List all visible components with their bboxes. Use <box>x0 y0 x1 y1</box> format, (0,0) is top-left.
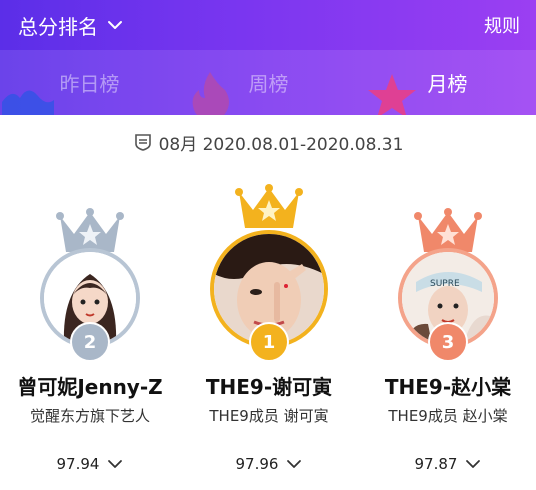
tab-label: 昨日榜 <box>59 72 120 96</box>
score-toggle[interactable]: 97.87 <box>358 455 536 473</box>
rank-card-2[interactable]: 2 曾可妮Jenny-Z 觉醒东方旗下艺人 97.94 <box>0 175 180 490</box>
artist-subtitle: 觉醒东方旗下艺人 <box>29 407 150 425</box>
calendar-shield-icon <box>134 134 151 151</box>
tab-label: 月榜 <box>427 72 468 96</box>
score-value: 97.94 <box>56 455 100 473</box>
rank-card-1[interactable]: 1 THE9-谢可寅 THE9成员 谢可寅 97.96 <box>179 175 359 490</box>
chevron-down-icon <box>466 460 481 468</box>
score-toggle[interactable]: 97.96 <box>179 455 359 473</box>
artist-name: THE9-赵小棠 <box>384 375 512 399</box>
flame-icon <box>192 72 229 115</box>
rules-link[interactable]: 规则 <box>484 12 520 38</box>
tab-month[interactable]: 月榜 <box>358 50 536 115</box>
artist-name: THE9-谢可寅 <box>205 375 333 399</box>
rank-card-3[interactable]: SUPRE 3 THE9-赵小棠 THE9成员 赵小棠 97.87 <box>358 175 536 490</box>
top-bar: 总分排名 规则 <box>0 0 536 50</box>
artist-subtitle: THE9成员 谢可寅 <box>209 407 329 425</box>
header-area: 总分排名 规则 昨日榜 周榜 月榜 <box>0 0 536 115</box>
chevron-down-icon <box>108 460 123 468</box>
score-value: 97.96 <box>235 455 279 473</box>
rank-type-dropdown[interactable]: 总分排名 <box>18 10 124 40</box>
chevron-down-icon <box>287 460 302 468</box>
score-value: 97.87 <box>414 455 458 473</box>
tab-yesterday[interactable]: 昨日榜 <box>0 50 179 115</box>
score-toggle[interactable]: 97.94 <box>0 455 180 473</box>
star-icon <box>368 74 416 115</box>
artist-name: 曾可妮Jenny-Z <box>17 375 163 399</box>
period-range: 08月 2020.08.01-2020.08.31 <box>0 127 536 157</box>
ranking-content: 08月 2020.08.01-2020.08.31 2 曾可妮Jenny-Z 觉… <box>0 115 536 490</box>
gold-crown-icon <box>235 184 303 228</box>
period-tabs: 昨日榜 周榜 月榜 <box>0 50 536 115</box>
rank-badge: 2 <box>70 322 110 362</box>
rank-type-label: 总分排名 <box>18 14 98 39</box>
artist-subtitle: THE9成员 赵小棠 <box>388 407 508 425</box>
rank-badge: 1 <box>249 322 289 362</box>
chevron-down-icon <box>108 21 122 29</box>
rank-badge: 3 <box>428 322 468 362</box>
tab-label: 周榜 <box>248 72 289 96</box>
tab-week[interactable]: 周榜 <box>179 50 358 115</box>
period-text: 08月 2020.08.01-2020.08.31 <box>158 134 404 155</box>
